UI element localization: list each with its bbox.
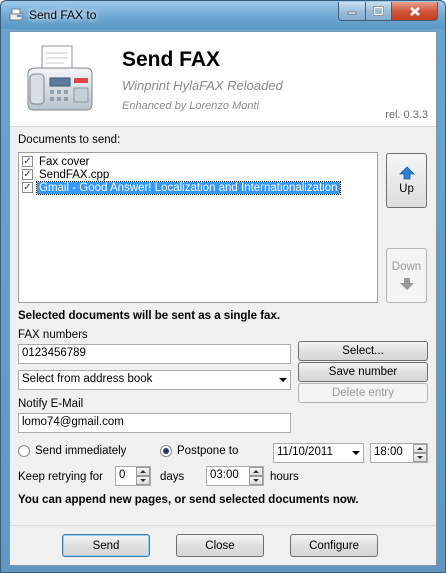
retry-days-value: 0: [119, 469, 126, 481]
spin-down-icon: [253, 479, 259, 482]
single-fax-note: Selected documents will be sent as a sin…: [18, 310, 281, 322]
app-author: Enhanced by Lorenzo Monti: [122, 100, 259, 112]
chevron-down-icon: [352, 451, 360, 455]
list-item-document-1[interactable]: ✓ Fax cover: [22, 155, 92, 168]
spin-down-button[interactable]: [249, 476, 263, 485]
chevron-down-icon: [279, 378, 287, 382]
retry-days-spinner[interactable]: 0: [115, 466, 151, 486]
release-version: rel. 0.3.3: [385, 109, 428, 121]
document-checkbox[interactable]: ✓: [22, 169, 33, 180]
send-immediately-radio[interactable]: Send immediately: [18, 445, 126, 457]
minimize-button[interactable]: [338, 2, 366, 21]
footer-divider: [10, 525, 436, 526]
fax-app-icon: [9, 8, 23, 21]
address-book-select[interactable]: Select from address book: [18, 370, 291, 390]
close-button[interactable]: Close: [176, 534, 264, 557]
close-window-button[interactable]: [391, 2, 438, 21]
days-label: days: [160, 471, 185, 483]
postpone-time-spinner[interactable]: 18:00: [370, 443, 428, 463]
arrow-up-icon: [398, 166, 415, 180]
postpone-label: Postpone to: [177, 445, 239, 457]
documents-label: Documents to send:: [18, 134, 121, 146]
postpone-date-value: 11/10/2011: [277, 446, 333, 458]
delete-entry-button[interactable]: Delete entry: [298, 383, 428, 403]
move-down-label: Down: [391, 260, 422, 273]
move-down-button[interactable]: Down: [386, 248, 427, 303]
send-button[interactable]: Send: [62, 534, 150, 557]
list-item-document-2[interactable]: ✓ SendFAX.cpp: [22, 168, 111, 181]
list-item-document-3[interactable]: ✓ Gmail - Good Answer! Localization and …: [22, 180, 341, 195]
close-icon: [409, 6, 420, 16]
postpone-time-value: 18:00: [374, 446, 403, 458]
document-checkbox[interactable]: ✓: [22, 182, 33, 193]
radio-circle: [18, 445, 30, 457]
retry-hours-spinner[interactable]: 03:00: [206, 466, 264, 486]
hours-label: hours: [270, 471, 299, 483]
document-checkbox[interactable]: ✓: [22, 156, 33, 167]
spin-down-button[interactable]: [136, 476, 150, 485]
documents-list[interactable]: ✓ Fax cover ✓ SendFAX.cpp ✓ Gmail - Good…: [18, 152, 378, 303]
retry-hours-value: 03:00: [210, 469, 239, 481]
configure-button[interactable]: Configure: [290, 534, 378, 557]
postpone-radio[interactable]: Postpone to: [160, 445, 238, 457]
app-subtitle: Winprint HylaFAX Reloaded: [122, 78, 283, 93]
notify-email-label: Notify E-Mail: [18, 398, 84, 410]
window-title: Send FAX to: [29, 8, 97, 22]
dialog-body: Send FAX Winprint HylaFAX Reloaded Enhan…: [9, 31, 437, 566]
postpone-date-picker[interactable]: 11/10/2011: [273, 443, 364, 463]
document-label: SendFAX.cpp: [39, 168, 110, 181]
send-immediately-label: Send immediately: [35, 445, 127, 457]
spin-up-icon: [417, 447, 423, 450]
spin-down-icon: [140, 479, 146, 482]
radio-dot: [163, 448, 169, 454]
fax-number-input[interactable]: 0123456789: [18, 344, 291, 364]
fax-machine-icon: [27, 45, 93, 111]
spin-up-button[interactable]: [136, 467, 150, 476]
spin-up-icon: [140, 470, 146, 473]
spin-up-button[interactable]: [413, 444, 427, 453]
save-number-button[interactable]: Save number: [298, 362, 428, 382]
select-button[interactable]: Select...: [298, 341, 428, 361]
spin-down-button[interactable]: [413, 453, 427, 462]
address-book-value: Select from address book: [22, 373, 153, 385]
maximize-button[interactable]: [365, 2, 392, 21]
header-banner: Send FAX Winprint HylaFAX Reloaded Enhan…: [10, 32, 436, 127]
title-bar[interactable]: Send FAX to: [1, 1, 445, 29]
document-label: Fax cover: [39, 155, 90, 168]
maximize-icon: [373, 6, 384, 16]
move-up-label: Up: [399, 183, 414, 195]
spin-down-icon: [417, 456, 423, 459]
radio-circle: [160, 445, 172, 457]
move-up-button[interactable]: Up: [386, 153, 427, 208]
app-title: Send FAX: [122, 48, 221, 71]
minimize-icon: [347, 11, 357, 15]
arrow-down-icon: [399, 277, 414, 290]
spin-up-icon: [253, 470, 259, 473]
send-fax-window: Send FAX to Send FAX Winprint HylaFAX Re…: [0, 0, 446, 573]
spin-up-button[interactable]: [249, 467, 263, 476]
append-pages-note: You can append new pages, or send select…: [18, 494, 359, 506]
keep-retrying-label: Keep retrying for: [18, 471, 104, 483]
document-label: Gmail - Good Answer! Localization and In…: [36, 180, 341, 195]
fax-numbers-label: FAX numbers: [18, 329, 88, 341]
notify-email-input[interactable]: lomo74@gmail.com: [18, 413, 291, 433]
